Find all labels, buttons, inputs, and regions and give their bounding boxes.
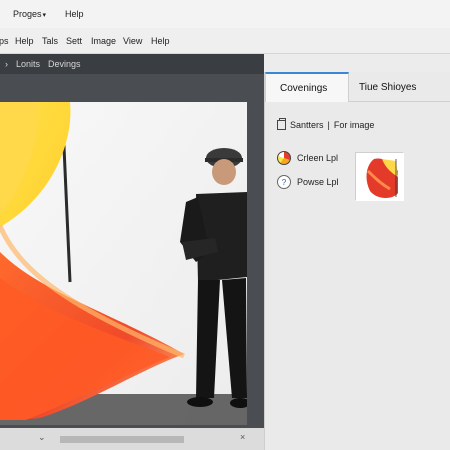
image-editor-app: Proges▾ Help ps Help Tals Sett Image Vie… <box>0 0 450 450</box>
tab-label: Tiue Shioyes <box>359 81 417 93</box>
menu-item-help[interactable]: Help <box>15 36 34 46</box>
option-label: Crleen Lpl <box>297 153 339 163</box>
title-bar: Proges▾ Help <box>0 0 450 28</box>
breadcrumb: › Lonits Devings <box>0 54 264 74</box>
tab-label: Covenings <box>280 82 328 94</box>
image-thumbnail[interactable] <box>355 152 404 201</box>
properties-panel: Covenings Tiue Shioyes Santters | For im… <box>264 72 450 450</box>
thumbnail-preview <box>356 153 404 201</box>
close-icon[interactable]: × <box>240 432 245 442</box>
breadcrumb-item-devings[interactable]: Devings <box>48 59 81 69</box>
option-label: Powse Lpl <box>297 177 339 187</box>
option-crleen[interactable]: Crleen Lpl <box>277 151 338 165</box>
chevron-right-icon: › <box>5 59 8 69</box>
program-menu[interactable]: Proges▾ <box>13 9 46 19</box>
menu-item-sett[interactable]: Sett <box>66 36 82 46</box>
section-prefix: Santters <box>290 120 324 130</box>
menu-bar: ps Help Tals Sett Image View Help <box>0 28 450 54</box>
section-header: Santters | For image <box>277 118 375 130</box>
horizontal-scrollbar[interactable] <box>60 436 184 443</box>
image-canvas[interactable] <box>0 102 247 425</box>
photo-person-umbrella <box>0 102 247 425</box>
option-powse[interactable]: ? Powse Lpl <box>277 175 339 189</box>
panel-tabs: Covenings Tiue Shioyes <box>265 72 450 102</box>
canvas-area <box>0 74 264 450</box>
status-bar: ⌄ × <box>0 428 264 450</box>
help-menu-top[interactable]: Help <box>65 9 84 19</box>
breadcrumb-item-lonits[interactable]: Lonits <box>16 59 40 69</box>
menu-item-help-2[interactable]: Help <box>151 36 170 46</box>
program-menu-label: Proges <box>13 9 42 19</box>
tab-tiue-shioyes[interactable]: Tiue Shioyes <box>357 72 447 102</box>
menu-item-ps[interactable]: ps <box>0 36 9 46</box>
section-label: For image <box>333 120 375 130</box>
menu-item-view[interactable]: View <box>123 36 142 46</box>
help-icon: ? <box>277 175 291 189</box>
tab-covenings[interactable]: Covenings <box>265 72 349 102</box>
chevron-down-icon[interactable]: ⌄ <box>38 432 46 443</box>
section-divider: | <box>327 120 330 130</box>
chevron-down-icon: ▾ <box>42 12 47 19</box>
menu-item-image[interactable]: Image <box>91 36 116 46</box>
color-wheel-icon <box>277 151 291 165</box>
menu-item-tals[interactable]: Tals <box>42 36 58 46</box>
clipboard-icon <box>277 118 286 130</box>
